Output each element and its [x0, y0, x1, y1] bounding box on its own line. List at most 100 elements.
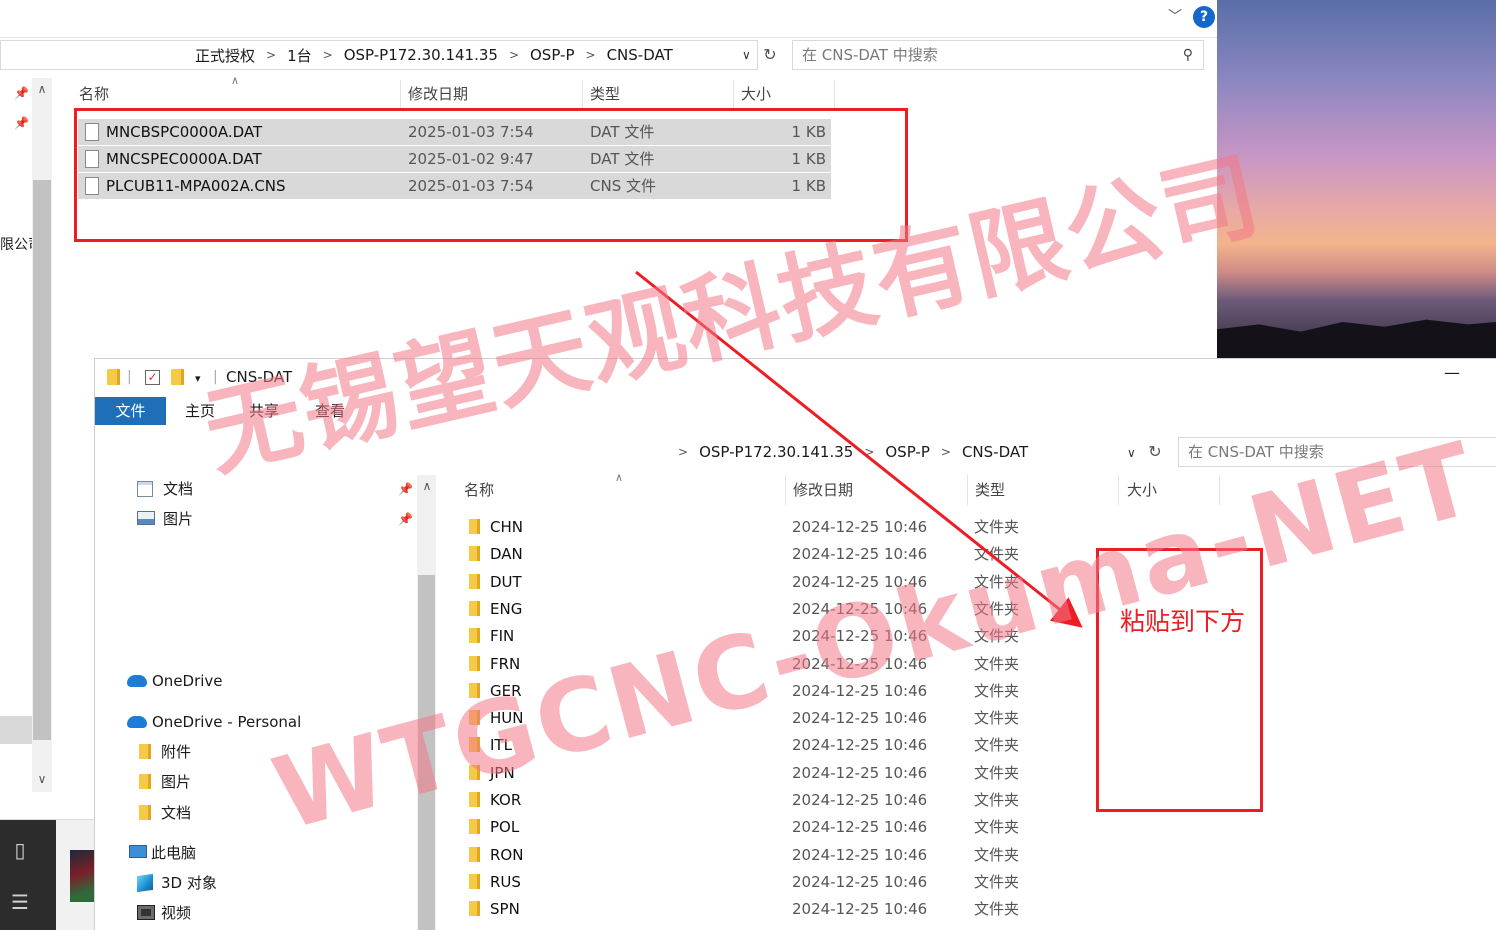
pin-icon[interactable]: 📌	[398, 482, 413, 496]
folder-date: 2024-12-25 10:46	[792, 736, 928, 755]
address-dropdown-icon[interactable]: ∨	[1127, 446, 1136, 460]
folder-type: 文件夹	[974, 763, 1020, 782]
folder-row[interactable]: ITL 2024-12-25 10:46 文件夹	[466, 732, 1066, 758]
address-dropdown-icon[interactable]: ∨	[742, 48, 751, 62]
folder-row[interactable]: SPN 2024-12-25 10:46 文件夹	[466, 896, 1066, 922]
customize-toolbar-icon[interactable]: ▾	[195, 372, 201, 385]
pin-icon[interactable]: 📌	[14, 116, 29, 130]
folder-type: 文件夹	[974, 681, 1020, 700]
tab-share[interactable]: 共享	[229, 397, 299, 425]
column-header-size[interactable]: 大小	[1127, 476, 1157, 504]
folder-row[interactable]: CHN 2024-12-25 10:46 文件夹	[466, 514, 1066, 540]
folder-row[interactable]: DUT 2024-12-25 10:46 文件夹	[466, 569, 1066, 595]
folder-name: JPN	[490, 763, 515, 782]
highlight-box-target	[1096, 548, 1263, 812]
chevron-right-icon[interactable]: >	[579, 48, 603, 62]
folder-row[interactable]: ENG 2024-12-25 10:46 文件夹	[466, 596, 1066, 622]
help-icon[interactable]: ?	[1193, 6, 1215, 28]
quick-access-toolbar: | ✓ ▾ | CNS-DAT —	[95, 359, 1496, 397]
breadcrumb-item[interactable]: 1台	[283, 45, 316, 66]
toolbar-separator: |	[127, 369, 132, 385]
column-header-size[interactable]: 大小	[741, 80, 771, 108]
scroll-up-icon[interactable]: ∧	[34, 82, 50, 96]
folder-row[interactable]: JPN 2024-12-25 10:46 文件夹	[466, 760, 1066, 786]
column-header-name[interactable]: 名称	[79, 80, 109, 108]
properties-icon[interactable]: ✓	[145, 369, 160, 385]
folder-icon	[469, 737, 480, 753]
column-divider[interactable]	[400, 80, 401, 108]
folder-icon	[469, 901, 480, 917]
folder-icon	[469, 710, 480, 726]
column-divider[interactable]	[733, 80, 734, 108]
folder-name: DAN	[490, 545, 523, 564]
folder-row[interactable]: FRN 2024-12-25 10:46 文件夹	[466, 651, 1066, 677]
highlight-box-source	[74, 108, 908, 242]
scroll-up-icon[interactable]: ∧	[419, 479, 435, 493]
address-bar[interactable]: > OSP-P172.30.141.35 > OSP-P > CNS-DAT	[95, 437, 1149, 467]
breadcrumb-item[interactable]: OSP-P172.30.141.35	[695, 443, 857, 461]
column-divider[interactable]	[582, 80, 583, 108]
column-header-type[interactable]: 类型	[975, 476, 1005, 504]
folder-row[interactable]: RUS 2024-12-25 10:46 文件夹	[466, 869, 1066, 895]
column-header-date[interactable]: 修改日期	[408, 80, 468, 108]
folder-name: GER	[490, 681, 522, 700]
column-divider[interactable]	[785, 475, 786, 505]
scroll-down-icon[interactable]: ∨	[34, 772, 50, 786]
tab-file[interactable]: 文件	[95, 397, 166, 425]
onedrive-cloud-icon	[127, 675, 147, 687]
address-bar[interactable]: 正式授权 > 1台 > OSP-P172.30.141.35 > OSP-P >…	[0, 40, 758, 70]
refresh-icon[interactable]: ↻	[757, 40, 783, 70]
folder-row[interactable]: DAN 2024-12-25 10:46 文件夹	[466, 541, 1066, 567]
taskbar-thumbnail[interactable]	[56, 820, 94, 930]
folder-row[interactable]: GER 2024-12-25 10:46 文件夹	[466, 678, 1066, 704]
tab-home[interactable]: 主页	[165, 397, 235, 425]
nav-selected-item[interactable]	[0, 716, 32, 744]
folder-row[interactable]: RON 2024-12-25 10:46 文件夹	[466, 842, 1066, 868]
folder-row[interactable]: FIN 2024-12-25 10:46 文件夹	[466, 623, 1066, 649]
scrollbar-thumb[interactable]	[33, 180, 51, 740]
chevron-right-icon[interactable]: >	[857, 445, 881, 459]
folder-row[interactable]: KOR 2024-12-25 10:46 文件夹	[466, 787, 1066, 813]
folder-row[interactable]: HUN 2024-12-25 10:46 文件夹	[466, 705, 1066, 731]
scrollbar-thumb[interactable]	[418, 575, 435, 930]
column-divider[interactable]	[1219, 475, 1220, 505]
chevron-right-icon[interactable]: >	[934, 445, 958, 459]
column-divider[interactable]	[967, 475, 968, 505]
breadcrumb-item[interactable]: CNS-DAT	[958, 443, 1032, 461]
pin-icon[interactable]: 📌	[398, 512, 413, 526]
nav-item-label: 视频	[161, 904, 192, 922]
breadcrumb-item[interactable]: OSP-P	[881, 443, 934, 461]
column-header-type[interactable]: 类型	[590, 80, 620, 108]
search-icon[interactable]: ⚲	[1183, 41, 1193, 69]
minimize-icon[interactable]: —	[1444, 363, 1460, 382]
folder-name: ENG	[490, 599, 523, 618]
folder-icon	[469, 846, 480, 862]
chevron-right-icon[interactable]: >	[259, 48, 283, 62]
chevron-right-icon[interactable]: >	[502, 48, 526, 62]
search-input[interactable]: 在 CNS-DAT 中搜索 ⚲	[792, 40, 1204, 70]
tablet-mode-icon[interactable]: ▯	[10, 840, 30, 860]
nav-scrollbar[interactable]	[417, 475, 436, 930]
chevron-right-icon[interactable]: >	[671, 445, 695, 459]
breadcrumb-item[interactable]: OSP-P172.30.141.35	[340, 46, 502, 64]
menu-icon[interactable]: ☰	[10, 892, 30, 912]
3d-objects-icon	[137, 873, 153, 893]
tab-view[interactable]: 查看	[295, 397, 365, 425]
column-divider[interactable]	[834, 80, 835, 108]
column-header-name[interactable]: 名称	[464, 476, 494, 504]
folder-row[interactable]: POL 2024-12-25 10:46 文件夹	[466, 814, 1066, 840]
column-header-date[interactable]: 修改日期	[793, 476, 853, 504]
chevron-right-icon[interactable]: >	[316, 48, 340, 62]
search-input[interactable]: 在 CNS-DAT 中搜索	[1178, 437, 1496, 467]
breadcrumb-item[interactable]: OSP-P	[526, 46, 579, 64]
nav-scrollbar[interactable]	[32, 78, 52, 792]
window-title: CNS-DAT	[226, 368, 293, 386]
column-divider[interactable]	[1118, 475, 1119, 505]
chevron-down-icon[interactable]: ﹀	[1168, 6, 1182, 26]
breadcrumb-item[interactable]: CNS-DAT	[603, 46, 677, 64]
new-folder-icon[interactable]	[171, 369, 184, 389]
pin-icon[interactable]: 📌	[14, 86, 29, 100]
breadcrumb-item[interactable]: 正式授权	[191, 45, 259, 66]
folder-date: 2024-12-25 10:46	[792, 872, 928, 891]
refresh-icon[interactable]: ↻	[1142, 437, 1168, 467]
